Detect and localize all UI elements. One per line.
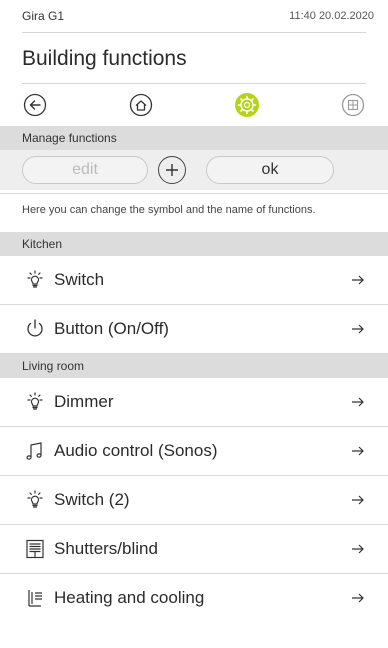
- manage-functions-header: Manage functions: [0, 126, 388, 150]
- chevron-right-icon: [352, 495, 364, 505]
- app-frame: Gira G1 11:40 20.02.2020 Building functi…: [0, 0, 388, 648]
- shutter-icon: [22, 536, 48, 562]
- back-arrow-icon: [23, 93, 47, 117]
- function-row-shutters-blind[interactable]: Shutters/blind: [0, 525, 388, 574]
- chevron-right-icon: [352, 324, 364, 334]
- radiator-icon: [22, 585, 48, 611]
- chevron-right-icon: [352, 593, 364, 603]
- group-header-kitchen: Kitchen: [0, 232, 388, 256]
- function-row-switch[interactable]: Switch: [0, 256, 388, 305]
- function-label: Button (On/Off): [54, 319, 169, 338]
- ok-button[interactable]: ok: [206, 156, 334, 184]
- settings-button[interactable]: [234, 92, 260, 118]
- manage-hint: Here you can change the symbol and the n…: [0, 193, 388, 232]
- grid-icon: [341, 93, 365, 117]
- bulb-icon: [22, 267, 48, 293]
- device-name: Gira G1: [22, 9, 65, 23]
- chevron-right-icon: [352, 275, 364, 285]
- nav-bar: [0, 84, 388, 126]
- clock: 11:40 20.02.2020: [289, 10, 374, 22]
- function-row-button-on-off[interactable]: Button (On/Off): [0, 305, 388, 354]
- manage-panel: edit ok: [0, 150, 388, 190]
- plus-icon: [166, 164, 178, 176]
- function-label: Switch (2): [54, 490, 130, 509]
- edit-controls: edit ok: [0, 150, 388, 190]
- chevron-right-icon: [352, 544, 364, 554]
- chevron-right-icon: [352, 397, 364, 407]
- bulb-icon: [22, 487, 48, 513]
- function-row-switch-2[interactable]: Switch (2): [0, 476, 388, 525]
- power-icon: [22, 316, 48, 342]
- chevron-right-icon: [352, 446, 364, 456]
- home-button[interactable]: [128, 92, 154, 118]
- back-button[interactable]: [22, 92, 48, 118]
- function-label: Audio control (Sonos): [54, 441, 218, 460]
- function-label: Shutters/blind: [54, 539, 158, 558]
- music-note-icon: [22, 438, 48, 464]
- function-row-dimmer[interactable]: Dimmer: [0, 378, 388, 427]
- function-label: Switch: [54, 270, 105, 289]
- grid-button[interactable]: [340, 92, 366, 118]
- function-label: Heating and cooling: [54, 588, 205, 607]
- settings-gear-icon: [235, 93, 259, 117]
- function-label: Dimmer: [54, 392, 114, 411]
- add-button[interactable]: [158, 156, 186, 184]
- bulb-icon: [22, 389, 48, 415]
- function-row-heating-cooling[interactable]: Heating and cooling: [0, 574, 388, 622]
- status-bar: Gira G1 11:40 20.02.2020: [0, 0, 388, 32]
- function-row-audio-control[interactable]: Audio control (Sonos): [0, 427, 388, 476]
- group-header-living-room: Living room: [0, 354, 388, 378]
- home-icon: [129, 93, 153, 117]
- page-title: Building functions: [22, 47, 187, 70]
- edit-button[interactable]: edit: [22, 156, 148, 184]
